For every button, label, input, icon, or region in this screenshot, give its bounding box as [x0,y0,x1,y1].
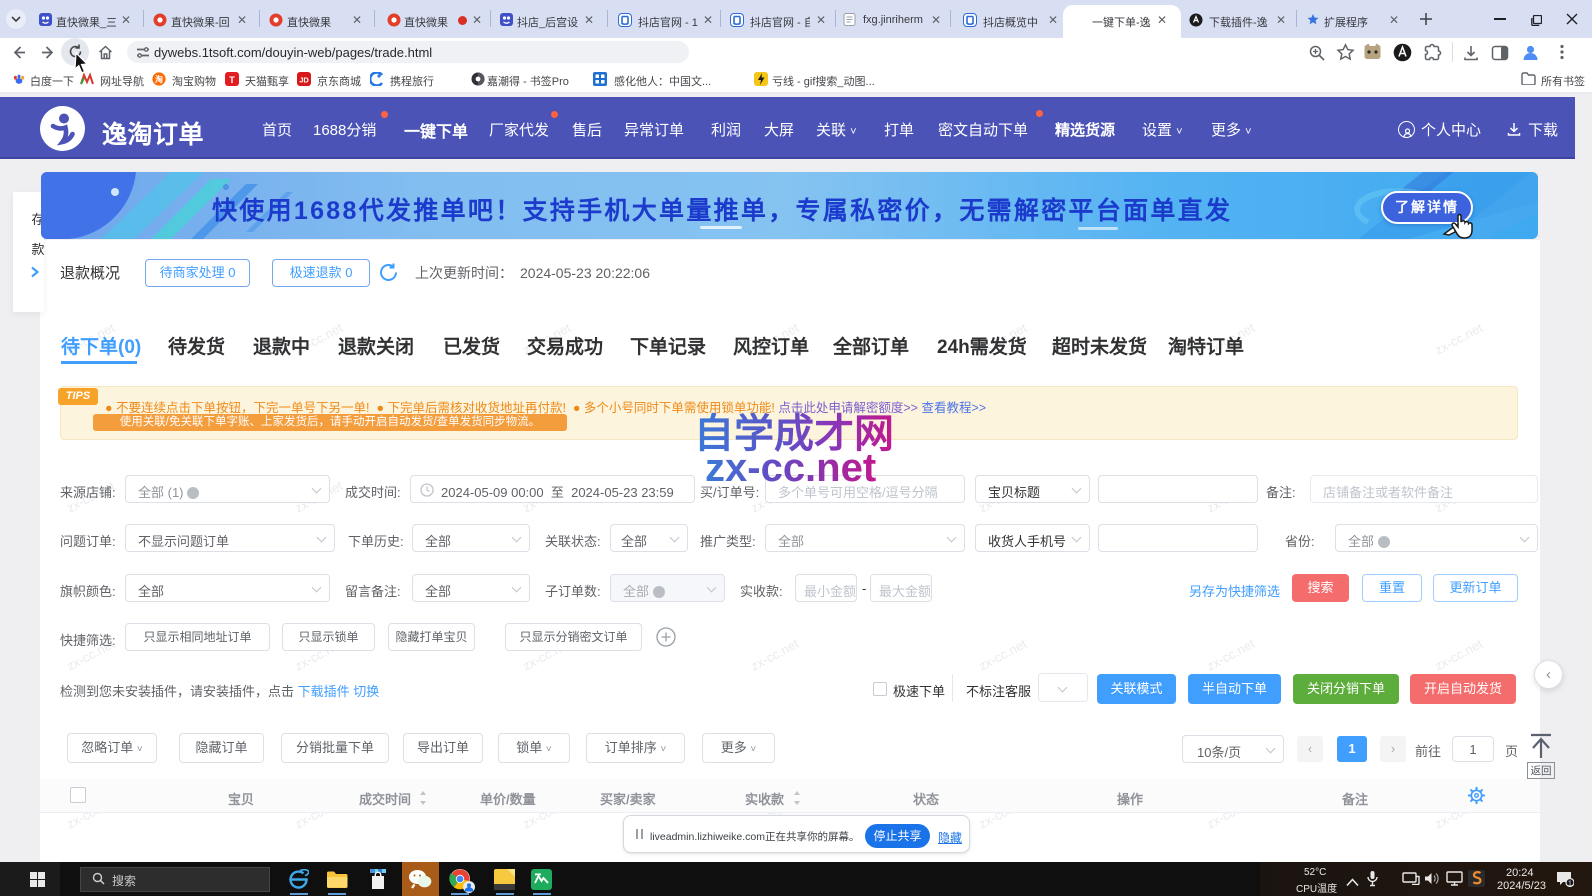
svg-text:1: 1 [1568,880,1572,887]
svg-text:T: T [229,75,235,85]
svg-text:淘: 淘 [155,74,163,84]
svg-text:JD: JD [299,76,309,85]
